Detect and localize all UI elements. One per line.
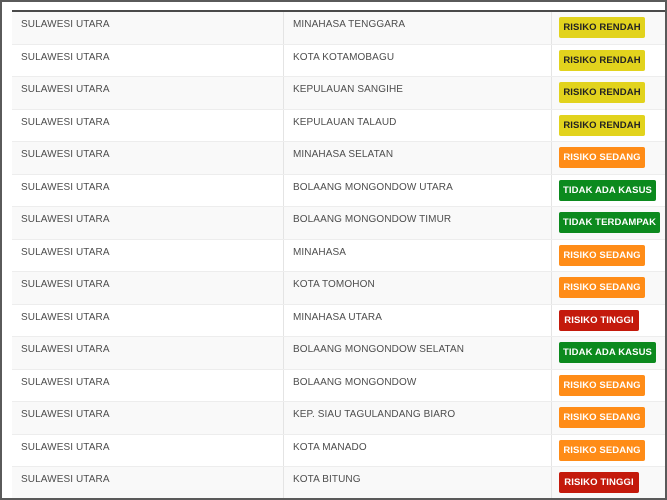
status-badge: RISIKO SEDANG — [559, 439, 645, 461]
regency-cell: KOTA TOMOHON — [284, 272, 552, 304]
screenshot-frame: SULAWESI UTARA MINAHASA TENGGARA RISIKO … — [0, 0, 667, 500]
table-row: SULAWESI UTARA MINAHASA RISIKO SEDANG — [12, 239, 665, 272]
table-row: SULAWESI UTARA BOLAANG MONGONDOW SELATAN… — [12, 337, 665, 370]
regency-cell: MINAHASA SELATAN — [284, 142, 552, 174]
table-row: SULAWESI UTARA BOLAANG MONGONDOW TIMUR T… — [12, 207, 665, 240]
province-cell: SULAWESI UTARA — [12, 304, 284, 336]
table-row: SULAWESI UTARA BOLAANG MONGONDOW RISIKO … — [12, 369, 665, 402]
regency-cell: KEP. SIAU TAGULANDANG BIARO — [284, 402, 552, 434]
regency-cell: BOLAANG MONGONDOW — [284, 369, 552, 401]
zone-status-table: SULAWESI UTARA MINAHASA TENGGARA RISIKO … — [12, 10, 665, 498]
status-cell: RISIKO TINGGI — [552, 305, 665, 337]
table-row: SULAWESI UTARA KOTA BITUNG RISIKO TINGGI — [12, 467, 665, 498]
status-badge: RISIKO RENDAH — [559, 17, 645, 38]
province-cell: SULAWESI UTARA — [12, 467, 284, 498]
status-cell: TIDAK ADA KASUS — [552, 175, 665, 207]
status-badge: RISIKO RENDAH — [559, 49, 645, 71]
province-cell: SULAWESI UTARA — [12, 174, 284, 206]
province-cell: SULAWESI UTARA — [12, 109, 284, 141]
province-cell: SULAWESI UTARA — [12, 44, 284, 76]
status-cell: TIDAK ADA KASUS — [552, 337, 665, 369]
regency-cell: MINAHASA TENGGARA — [284, 12, 552, 44]
status-cell: RISIKO SEDANG — [552, 370, 665, 402]
status-badge: RISIKO SEDANG — [559, 147, 645, 168]
status-cell: RISIKO RENDAH — [552, 110, 665, 142]
regency-cell: BOLAANG MONGONDOW SELATAN — [284, 337, 552, 369]
table-row: SULAWESI UTARA MINAHASA TENGGARA RISIKO … — [12, 12, 665, 45]
status-badge: RISIKO SEDANG — [559, 374, 645, 396]
table-row: SULAWESI UTARA KOTA TOMOHON RISIKO SEDAN… — [12, 272, 665, 305]
status-badge: RISIKO TINGGI — [559, 472, 639, 493]
status-cell: RISIKO SEDANG — [552, 272, 665, 304]
status-badge: RISIKO SEDANG — [559, 407, 645, 428]
status-cell: RISIKO TINGGI — [552, 467, 665, 498]
table-row: SULAWESI UTARA MINAHASA SELATAN RISIKO S… — [12, 142, 665, 175]
province-cell: SULAWESI UTARA — [12, 77, 284, 109]
province-cell: SULAWESI UTARA — [12, 402, 284, 434]
table-row: SULAWESI UTARA KEPULAUAN SANGIHE RISIKO … — [12, 77, 665, 110]
regency-cell: MINAHASA — [284, 239, 552, 271]
table-row: SULAWESI UTARA BOLAANG MONGONDOW UTARA T… — [12, 174, 665, 207]
status-badge: RISIKO SEDANG — [559, 244, 645, 266]
province-cell: SULAWESI UTARA — [12, 239, 284, 271]
regency-cell: MINAHASA UTARA — [284, 304, 552, 336]
status-cell: RISIKO RENDAH — [552, 77, 665, 109]
province-cell: SULAWESI UTARA — [12, 142, 284, 174]
regency-cell: KOTA KOTAMOBAGU — [284, 44, 552, 76]
status-cell: RISIKO RENDAH — [552, 12, 665, 44]
status-cell: RISIKO SEDANG — [552, 142, 665, 174]
table-row: SULAWESI UTARA KOTA MANADO RISIKO SEDANG — [12, 434, 665, 467]
regency-cell: KOTA MANADO — [284, 434, 552, 466]
regency-cell: BOLAANG MONGONDOW UTARA — [284, 174, 552, 206]
province-cell: SULAWESI UTARA — [12, 207, 284, 239]
status-cell: TIDAK TERDAMPAK — [552, 207, 665, 239]
status-badge: RISIKO SEDANG — [559, 277, 645, 298]
table-row: SULAWESI UTARA KEPULAUAN TALAUD RISIKO R… — [12, 109, 665, 142]
table-row: SULAWESI UTARA KEP. SIAU TAGULANDANG BIA… — [12, 402, 665, 435]
regency-cell: KEPULAUAN SANGIHE — [284, 77, 552, 109]
status-badge: RISIKO TINGGI — [559, 309, 639, 331]
table-row: SULAWESI UTARA KOTA KOTAMOBAGU RISIKO RE… — [12, 44, 665, 77]
status-badge: RISIKO RENDAH — [559, 82, 645, 103]
status-cell: RISIKO SEDANG — [552, 402, 665, 434]
province-cell: SULAWESI UTARA — [12, 369, 284, 401]
regency-cell: KEPULAUAN TALAUD — [284, 109, 552, 141]
table-row: SULAWESI UTARA MINAHASA UTARA RISIKO TIN… — [12, 304, 665, 337]
province-cell: SULAWESI UTARA — [12, 434, 284, 466]
regency-cell: KOTA BITUNG — [284, 467, 552, 498]
province-cell: SULAWESI UTARA — [12, 337, 284, 369]
status-badge: RISIKO RENDAH — [559, 114, 645, 136]
regency-cell: BOLAANG MONGONDOW TIMUR — [284, 207, 552, 239]
status-badge: TIDAK ADA KASUS — [559, 342, 656, 363]
status-badge: TIDAK ADA KASUS — [559, 179, 656, 201]
status-cell: RISIKO SEDANG — [552, 435, 665, 467]
province-cell: SULAWESI UTARA — [12, 12, 284, 44]
province-cell: SULAWESI UTARA — [12, 272, 284, 304]
status-cell: RISIKO SEDANG — [552, 240, 665, 272]
status-badge: TIDAK TERDAMPAK — [559, 212, 660, 233]
status-cell: RISIKO RENDAH — [552, 45, 665, 77]
